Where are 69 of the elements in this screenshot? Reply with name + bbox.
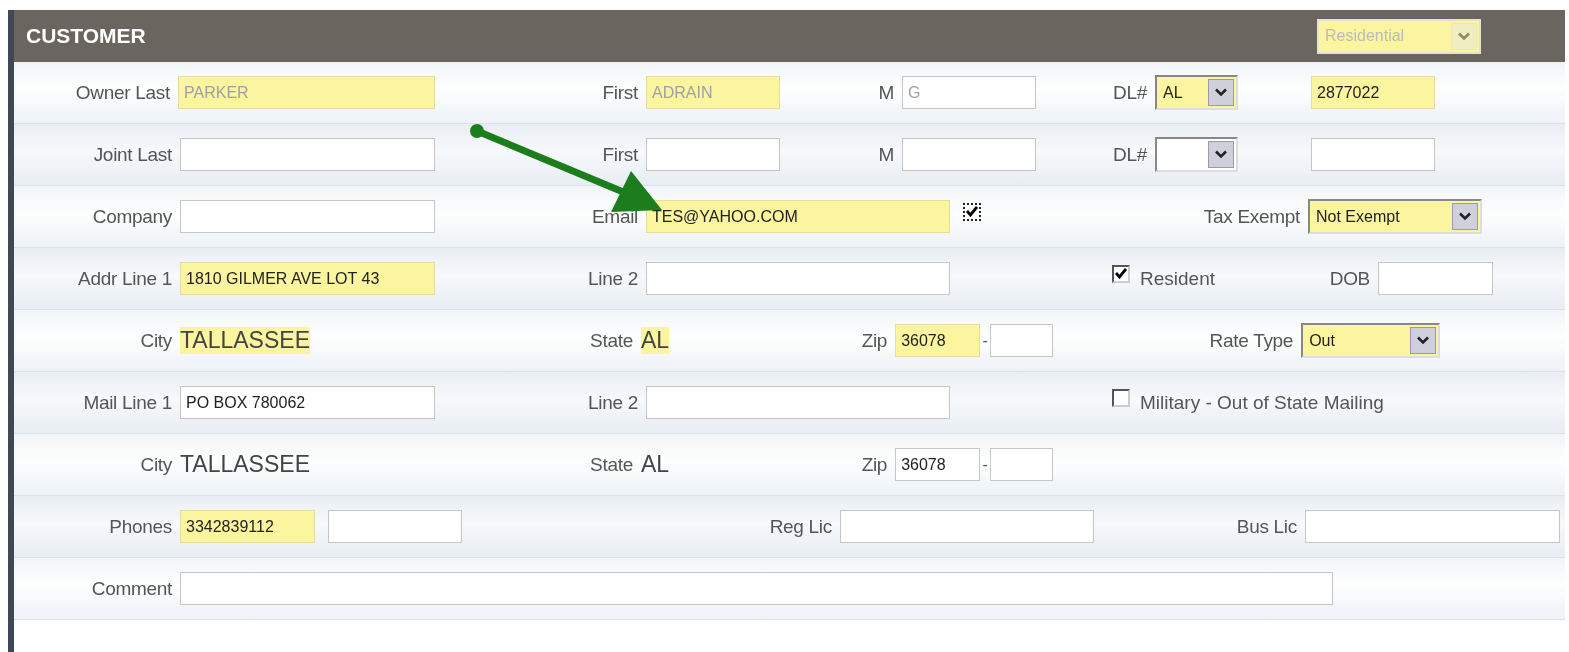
field-value: TALLASSEE <box>180 327 310 354</box>
chevron-down-icon <box>1459 212 1471 221</box>
field-label: DL# <box>1112 81 1147 104</box>
field-label: Joint Last <box>92 143 172 166</box>
checkbox[interactable] <box>1112 388 1130 407</box>
input-field[interactable] <box>990 448 1054 481</box>
input-field[interactable] <box>328 510 462 543</box>
chevron-down-icon <box>1458 31 1470 41</box>
input-field[interactable]: TES@YAHOO.COM <box>646 200 950 233</box>
field-label: M <box>877 81 894 104</box>
input-field[interactable] <box>646 386 950 419</box>
dropdown[interactable]: Not Exempt <box>1308 199 1482 234</box>
input-field[interactable]: 2877022 <box>1311 76 1435 109</box>
input-field[interactable] <box>902 138 1036 171</box>
field-label: Company <box>91 205 172 228</box>
field-label: Phones <box>108 515 172 538</box>
field-label: Addr Line 1 <box>77 267 172 290</box>
input-field[interactable] <box>1311 138 1435 171</box>
field-label: First <box>601 81 638 104</box>
field-label: DOB <box>1328 267 1370 290</box>
field-label: Zip <box>860 329 888 352</box>
field-value: AL <box>641 327 670 354</box>
field-label: M <box>877 143 894 166</box>
field-label: Email <box>591 205 638 228</box>
input-field[interactable] <box>180 200 435 233</box>
field-label: Owner Last <box>74 81 170 104</box>
input-field[interactable] <box>646 138 780 171</box>
field-value: TALLASSEE <box>180 451 310 478</box>
chevron-down-icon <box>1215 150 1227 159</box>
panel-title: CUSTOMER <box>26 24 146 48</box>
checkbox-label: Military - Out of State Mailing <box>1140 391 1384 414</box>
field-label: City <box>139 329 172 352</box>
input-field[interactable] <box>1305 510 1560 543</box>
checkbox-label: Resident <box>1140 267 1215 290</box>
input-field[interactable]: 36078 <box>895 448 981 481</box>
field-label: Line 2 <box>587 391 638 414</box>
field-label: Comment <box>90 577 172 600</box>
field-value: AL <box>641 451 670 478</box>
dropdown[interactable]: AL <box>1155 75 1238 110</box>
input-field[interactable] <box>990 324 1054 357</box>
input-field[interactable] <box>180 138 435 171</box>
dropdown[interactable]: Out <box>1301 323 1441 358</box>
chevron-down-icon <box>1417 336 1430 345</box>
field-label: DL# <box>1112 143 1147 166</box>
field-label: Bus Lic <box>1235 515 1297 538</box>
input-field[interactable]: 36078 <box>895 324 981 357</box>
input-field[interactable]: 3342839112 <box>180 510 315 543</box>
field-label: State <box>589 329 633 352</box>
field-label: City <box>139 453 172 476</box>
dropdown[interactable] <box>1155 137 1238 172</box>
chevron-down-icon <box>1215 88 1227 97</box>
checkbox[interactable] <box>1112 264 1130 283</box>
separator: - <box>981 455 989 474</box>
input-field[interactable] <box>1378 262 1493 295</box>
input-field[interactable]: 1810 GILMER AVE LOT 43 <box>180 262 435 295</box>
field-label: Line 2 <box>587 267 638 290</box>
field-label: Tax Exempt <box>1202 205 1300 228</box>
field-label: Mail Line 1 <box>82 391 172 414</box>
input-field[interactable] <box>840 510 1094 543</box>
separator: - <box>981 331 989 350</box>
checkbox[interactable] <box>963 202 981 221</box>
field-label: Rate Type <box>1208 329 1294 352</box>
field-label: Zip <box>860 453 888 476</box>
field-label: Reg Lic <box>768 515 832 538</box>
field-label: First <box>601 143 638 166</box>
input-field[interactable] <box>180 572 1333 605</box>
input-field[interactable] <box>646 262 950 295</box>
field-label: State <box>589 453 633 476</box>
input-field[interactable]: PO BOX 780062 <box>180 386 435 419</box>
